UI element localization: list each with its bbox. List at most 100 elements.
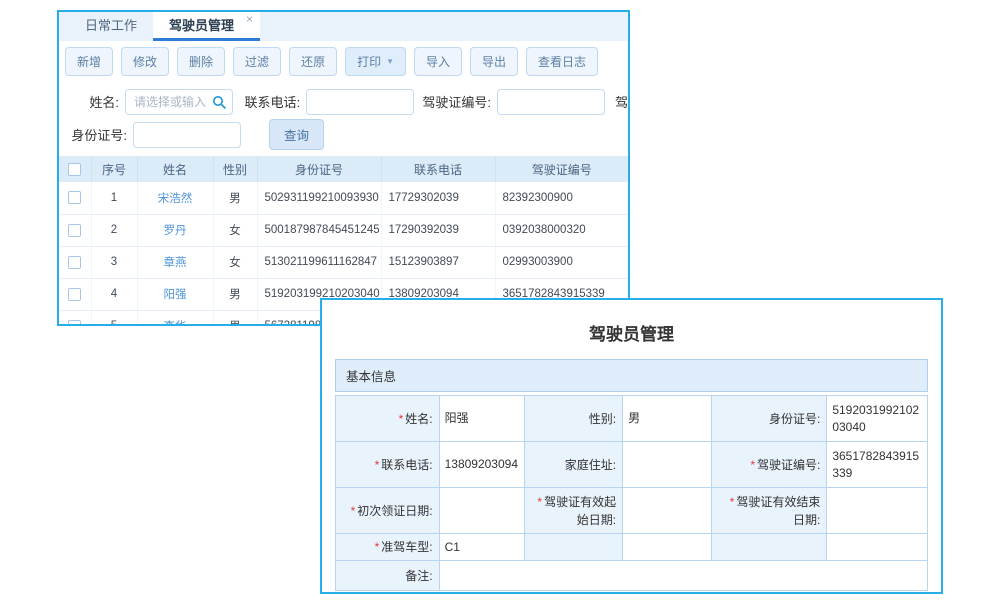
tab-daily-work[interactable]: 日常工作 bbox=[69, 12, 153, 41]
required-star: * bbox=[351, 504, 356, 518]
form-label: 驾驶证编号: bbox=[757, 458, 820, 472]
form-value-cell[interactable]: 男 bbox=[623, 396, 712, 442]
cell-checkbox bbox=[59, 310, 91, 326]
cell-checkbox bbox=[59, 246, 91, 278]
toolbar-button-导入[interactable]: 导入 bbox=[414, 47, 462, 76]
cell-no: 3 bbox=[91, 246, 137, 278]
idcard-filter-input[interactable] bbox=[133, 122, 241, 148]
form-label: 身份证号: bbox=[769, 412, 820, 426]
form-label-cell bbox=[525, 534, 623, 561]
form-value-cell[interactable]: 13809203094 bbox=[439, 442, 525, 488]
cell-name: 李华 bbox=[137, 310, 213, 326]
cell-no: 2 bbox=[91, 214, 137, 246]
driver-name-link[interactable]: 李华 bbox=[164, 321, 187, 326]
toolbar-button-label: 过滤 bbox=[245, 53, 269, 70]
table-header-row: 序号姓名性别身份证号联系电话驾驶证编号 bbox=[59, 156, 628, 182]
row-checkbox[interactable] bbox=[68, 224, 81, 237]
required-star: * bbox=[730, 495, 735, 509]
tab-driver-management[interactable]: 驾驶员管理 × bbox=[153, 12, 260, 41]
form-label: 性别: bbox=[589, 412, 616, 426]
cell-name: 宋浩然 bbox=[137, 182, 213, 214]
row-checkbox[interactable] bbox=[68, 191, 81, 204]
row-checkbox[interactable] bbox=[68, 320, 81, 327]
required-star: * bbox=[375, 540, 380, 554]
cell-license: 82392300900 bbox=[495, 182, 628, 214]
row-checkbox[interactable] bbox=[68, 256, 81, 269]
select-all-checkbox[interactable] bbox=[68, 163, 81, 176]
cell-checkbox bbox=[59, 182, 91, 214]
form-label-cell: 身份证号: bbox=[711, 396, 826, 442]
cell-phone: 17729302039 bbox=[381, 182, 495, 214]
form-row: *姓名:阳强性别:男身份证号:519203199210203040 bbox=[336, 396, 928, 442]
form-label-cell: *准驾车型: bbox=[336, 534, 440, 561]
query-button[interactable]: 查询 bbox=[269, 119, 324, 150]
form-label-cell bbox=[711, 534, 826, 561]
form-row-remark: 备注: bbox=[336, 561, 928, 591]
cell-gender: 男 bbox=[213, 278, 257, 310]
column-header-身份证号: 身份证号 bbox=[257, 156, 381, 182]
form-value-cell[interactable] bbox=[623, 534, 712, 561]
cell-gender: 女 bbox=[213, 214, 257, 246]
toolbar-button-过滤[interactable]: 过滤 bbox=[233, 47, 281, 76]
dialog-title: 驾驶员管理 bbox=[322, 320, 941, 345]
form-label-cell: *驾驶证编号: bbox=[711, 442, 826, 488]
cell-name: 阳强 bbox=[137, 278, 213, 310]
toolbar-button-label: 新增 bbox=[77, 53, 101, 70]
form-row: *准驾车型:C1 bbox=[336, 534, 928, 561]
toolbar-button-label: 导出 bbox=[482, 53, 506, 70]
license-filter-input[interactable] bbox=[497, 89, 605, 115]
driver-detail-dialog: 驾驶员管理 基本信息 *姓名:阳强性别:男身份证号:51920319921020… bbox=[320, 298, 943, 594]
form-value-cell[interactable]: 3651782843915339 bbox=[827, 442, 928, 488]
form-label: 备注: bbox=[405, 569, 432, 583]
form-label-cell: *联系电话: bbox=[336, 442, 440, 488]
tab-driver-management-label: 驾驶员管理 bbox=[169, 18, 234, 33]
toolbar-button-修改[interactable]: 修改 bbox=[121, 47, 169, 76]
toolbar: 新增 修改 删除 过滤 还原 打印 ▼ 导入 导出 查看日志 bbox=[59, 41, 628, 81]
form-label-cell: 性别: bbox=[525, 396, 623, 442]
form-value-cell[interactable]: 阳强 bbox=[439, 396, 525, 442]
driver-name-link[interactable]: 章燕 bbox=[164, 257, 187, 269]
form-value-cell[interactable] bbox=[827, 488, 928, 534]
toolbar-button-查看日志[interactable]: 查看日志 bbox=[526, 47, 598, 76]
column-header-性别: 性别 bbox=[213, 156, 257, 182]
form-value-cell[interactable] bbox=[439, 488, 525, 534]
form-label-cell: 家庭住址: bbox=[525, 442, 623, 488]
cell-license: 02993003900 bbox=[495, 246, 628, 278]
toolbar-button-新增[interactable]: 新增 bbox=[65, 47, 113, 76]
name-filter-label: 姓名: bbox=[59, 92, 125, 111]
form-value-cell[interactable]: 519203199210203040 bbox=[827, 396, 928, 442]
search-icon[interactable] bbox=[212, 95, 226, 109]
phone-filter-input[interactable] bbox=[306, 89, 414, 115]
dialog-body: 基本信息 *姓名:阳强性别:男身份证号:519203199210203040*联… bbox=[335, 359, 928, 591]
form-label-cell: *驾驶证有效起始日期: bbox=[525, 488, 623, 534]
required-star: * bbox=[750, 458, 755, 472]
driver-name-link[interactable]: 宋浩然 bbox=[158, 193, 193, 205]
form-value-cell[interactable] bbox=[439, 561, 927, 591]
required-star: * bbox=[537, 495, 542, 509]
form-value-cell[interactable] bbox=[827, 534, 928, 561]
table-row: 1宋浩然男50293119921009393017729302039823923… bbox=[59, 182, 628, 214]
table-row: 3章燕女513021199611162847151239038970299300… bbox=[59, 246, 628, 278]
toolbar-button-label: 导入 bbox=[426, 53, 450, 70]
toolbar-button-还原[interactable]: 还原 bbox=[289, 47, 337, 76]
toolbar-button-导出[interactable]: 导出 bbox=[470, 47, 518, 76]
toolbar-button-label: 打印 bbox=[357, 53, 381, 70]
cell-name: 罗丹 bbox=[137, 214, 213, 246]
toolbar-button-删除[interactable]: 删除 bbox=[177, 47, 225, 76]
form-value-cell[interactable] bbox=[623, 488, 712, 534]
row-checkbox[interactable] bbox=[68, 288, 81, 301]
caret-down-icon: ▼ bbox=[386, 57, 394, 66]
column-header-联系电话: 联系电话 bbox=[381, 156, 495, 182]
tab-bar: 日常工作 驾驶员管理 × bbox=[59, 12, 628, 41]
driver-name-link[interactable]: 阳强 bbox=[164, 289, 187, 301]
toolbar-button-label: 删除 bbox=[189, 53, 213, 70]
toolbar-button-打印[interactable]: 打印 ▼ bbox=[345, 47, 406, 76]
close-icon[interactable]: × bbox=[246, 13, 253, 25]
driver-name-link[interactable]: 罗丹 bbox=[164, 225, 187, 237]
cell-no: 4 bbox=[91, 278, 137, 310]
cell-phone: 15123903897 bbox=[381, 246, 495, 278]
toolbar-button-label: 查看日志 bbox=[538, 53, 586, 70]
cell-license: 0392038000320 bbox=[495, 214, 628, 246]
form-value-cell[interactable] bbox=[623, 442, 712, 488]
form-value-cell[interactable]: C1 bbox=[439, 534, 525, 561]
